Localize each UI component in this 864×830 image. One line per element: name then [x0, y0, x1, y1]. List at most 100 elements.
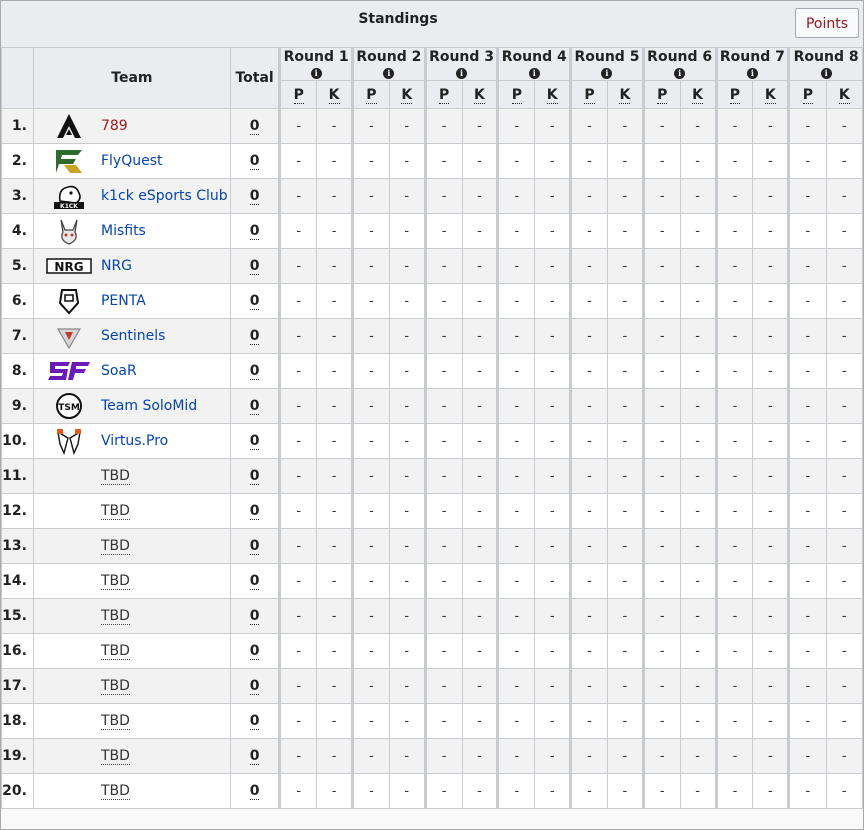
points-button[interactable]: Points — [794, 8, 859, 38]
info-icon[interactable]: i — [674, 67, 686, 79]
k-abbr: K — [328, 86, 340, 104]
round-5-p-cell: - — [569, 423, 608, 459]
standings-table: Team Total Round 1 i Round 2 i Round 3 i Round 4… — [1, 47, 863, 809]
round-1-p-cell: - — [278, 213, 318, 249]
total-value: 0 — [249, 118, 260, 135]
round-2-k-cell: - — [388, 248, 426, 284]
round-4-k-cell: - — [534, 493, 572, 529]
total-cell: 0 — [229, 213, 281, 249]
apex-789-logo[interactable] — [46, 111, 92, 141]
flyquest-logo[interactable] — [46, 146, 92, 176]
team-name-link[interactable]: k1ck eSports Club — [101, 188, 228, 204]
table-row: 7. Sentinels 0- - - - - - - - - - - - - - - - — [1, 318, 863, 354]
info-icon[interactable]: i — [746, 67, 758, 79]
round-1-k-cell: - — [316, 668, 353, 704]
round-6-p-cell: - — [641, 633, 681, 669]
round-label: Round 1 — [283, 48, 349, 65]
total-value: 0 — [249, 188, 260, 205]
round-8-k-cell: - — [825, 738, 863, 774]
table-row: 1. 789 0- - - - - - - - - - - - - - - - — [1, 108, 863, 144]
info-icon[interactable]: i — [310, 67, 322, 79]
round-4-k-cell: - — [534, 108, 572, 144]
round-5-k-cell: - — [606, 563, 644, 599]
round-7-p-cell: - — [714, 318, 754, 354]
total-cell: 0 — [229, 108, 281, 144]
team-cell: TBD — [32, 668, 231, 704]
round-2-k-cell: - — [388, 633, 426, 669]
rank-cell: 1. — [1, 108, 34, 144]
team-name-link[interactable]: Virtus.Pro — [101, 433, 168, 449]
round-5-k-cell: - — [606, 493, 644, 529]
round-4-p-cell: - — [496, 283, 536, 319]
round-1-k-cell: - — [316, 283, 353, 319]
round-2-p-cell: - — [351, 563, 390, 599]
info-icon[interactable]: i — [383, 67, 395, 79]
round-6-k-cell: - — [679, 178, 717, 214]
virtus-pro-logo[interactable] — [46, 426, 92, 456]
sentinels-logo[interactable] — [46, 321, 92, 351]
team-name-link[interactable]: NRG — [101, 258, 132, 274]
team-name-link[interactable]: SoaR — [101, 363, 137, 379]
info-icon[interactable]: i — [456, 67, 468, 79]
table-row: 6. PENTA 0- - - - - - - - - - - - - - - - — [1, 283, 863, 319]
total-value: 0 — [249, 293, 260, 310]
team-name-link[interactable]: Team SoloMid — [101, 398, 197, 414]
round-2-p-cell: - — [351, 458, 390, 494]
round-1-p-cell: - — [278, 563, 318, 599]
round-3-k-cell: - — [461, 528, 499, 564]
round-1-p-cell: - — [278, 108, 318, 144]
rank-cell: 15. — [1, 598, 34, 634]
round-7-p-cell: - — [714, 493, 754, 529]
round-4-k-cell: - — [534, 703, 572, 739]
round-7-p-cell: - — [714, 773, 754, 809]
round-1-k-cell: - — [316, 598, 353, 634]
total-cell: 0 — [229, 178, 281, 214]
rank-cell: 17. — [1, 668, 34, 704]
team-name-link[interactable]: PENTA — [101, 293, 146, 309]
round-1-p-cell: - — [278, 493, 318, 529]
round-8-k-cell: - — [825, 388, 863, 424]
round-7-p-cell: - — [714, 668, 754, 704]
round-8-p-cell: - — [787, 178, 827, 214]
round-6-k-cell: - — [679, 528, 717, 564]
total-cell: 0 — [229, 353, 281, 389]
nrg-logo[interactable]: NRG — [46, 251, 92, 281]
team-name-link[interactable]: Sentinels — [101, 328, 165, 344]
round-1-p-cell: - — [278, 633, 318, 669]
team-cell: Virtus.Pro — [32, 423, 231, 459]
soar-logo[interactable] — [46, 356, 92, 386]
team-name-link[interactable]: 789 — [101, 118, 128, 134]
total-cell: 0 — [229, 703, 281, 739]
round-7-k-cell: - — [752, 668, 790, 704]
round-5-p-cell: - — [569, 773, 608, 809]
round-3-k-cell: - — [461, 458, 499, 494]
round-header-7: Round 7 i — [714, 47, 790, 81]
round-2-p-cell: - — [351, 528, 390, 564]
total-value: 0 — [249, 713, 260, 730]
round-3-k-cell: - — [461, 773, 499, 809]
round-5-k-cell: - — [606, 388, 644, 424]
table-row: 9. TSM Team SoloMid 0- - - - - - - - - - - - - - - - — [1, 388, 863, 424]
round-1-k-cell: - — [316, 773, 353, 809]
team-name-link[interactable]: Misfits — [101, 223, 146, 239]
round-1-k-cell: - — [316, 493, 353, 529]
info-icon[interactable]: i — [528, 67, 540, 79]
info-icon[interactable]: i — [601, 67, 613, 79]
round-8-k-cell: - — [825, 633, 863, 669]
penta-logo[interactable] — [46, 286, 92, 316]
round-1-k-cell: - — [316, 108, 353, 144]
tsm-logo[interactable]: TSM — [46, 391, 92, 421]
round-6-k-cell: - — [679, 668, 717, 704]
round-3-k-cell: - — [461, 318, 499, 354]
misfits-logo[interactable] — [46, 216, 92, 246]
table-row: 12. TBD 0- - - - - - - - - - - - - - - - — [1, 493, 863, 529]
round-4-p-cell: - — [496, 318, 536, 354]
svg-text:TSM: TSM — [58, 403, 80, 413]
info-icon[interactable]: i — [820, 67, 832, 79]
round-5-k-cell: - — [606, 108, 644, 144]
round-5-k-cell: - — [606, 528, 644, 564]
round-8-k-cell: - — [825, 598, 863, 634]
table-row: 19. TBD 0- - - - - - - - - - - - - - - - — [1, 738, 863, 774]
team-name-link[interactable]: FlyQuest — [101, 153, 163, 169]
k1ck-logo[interactable]: K1CK — [46, 181, 92, 211]
